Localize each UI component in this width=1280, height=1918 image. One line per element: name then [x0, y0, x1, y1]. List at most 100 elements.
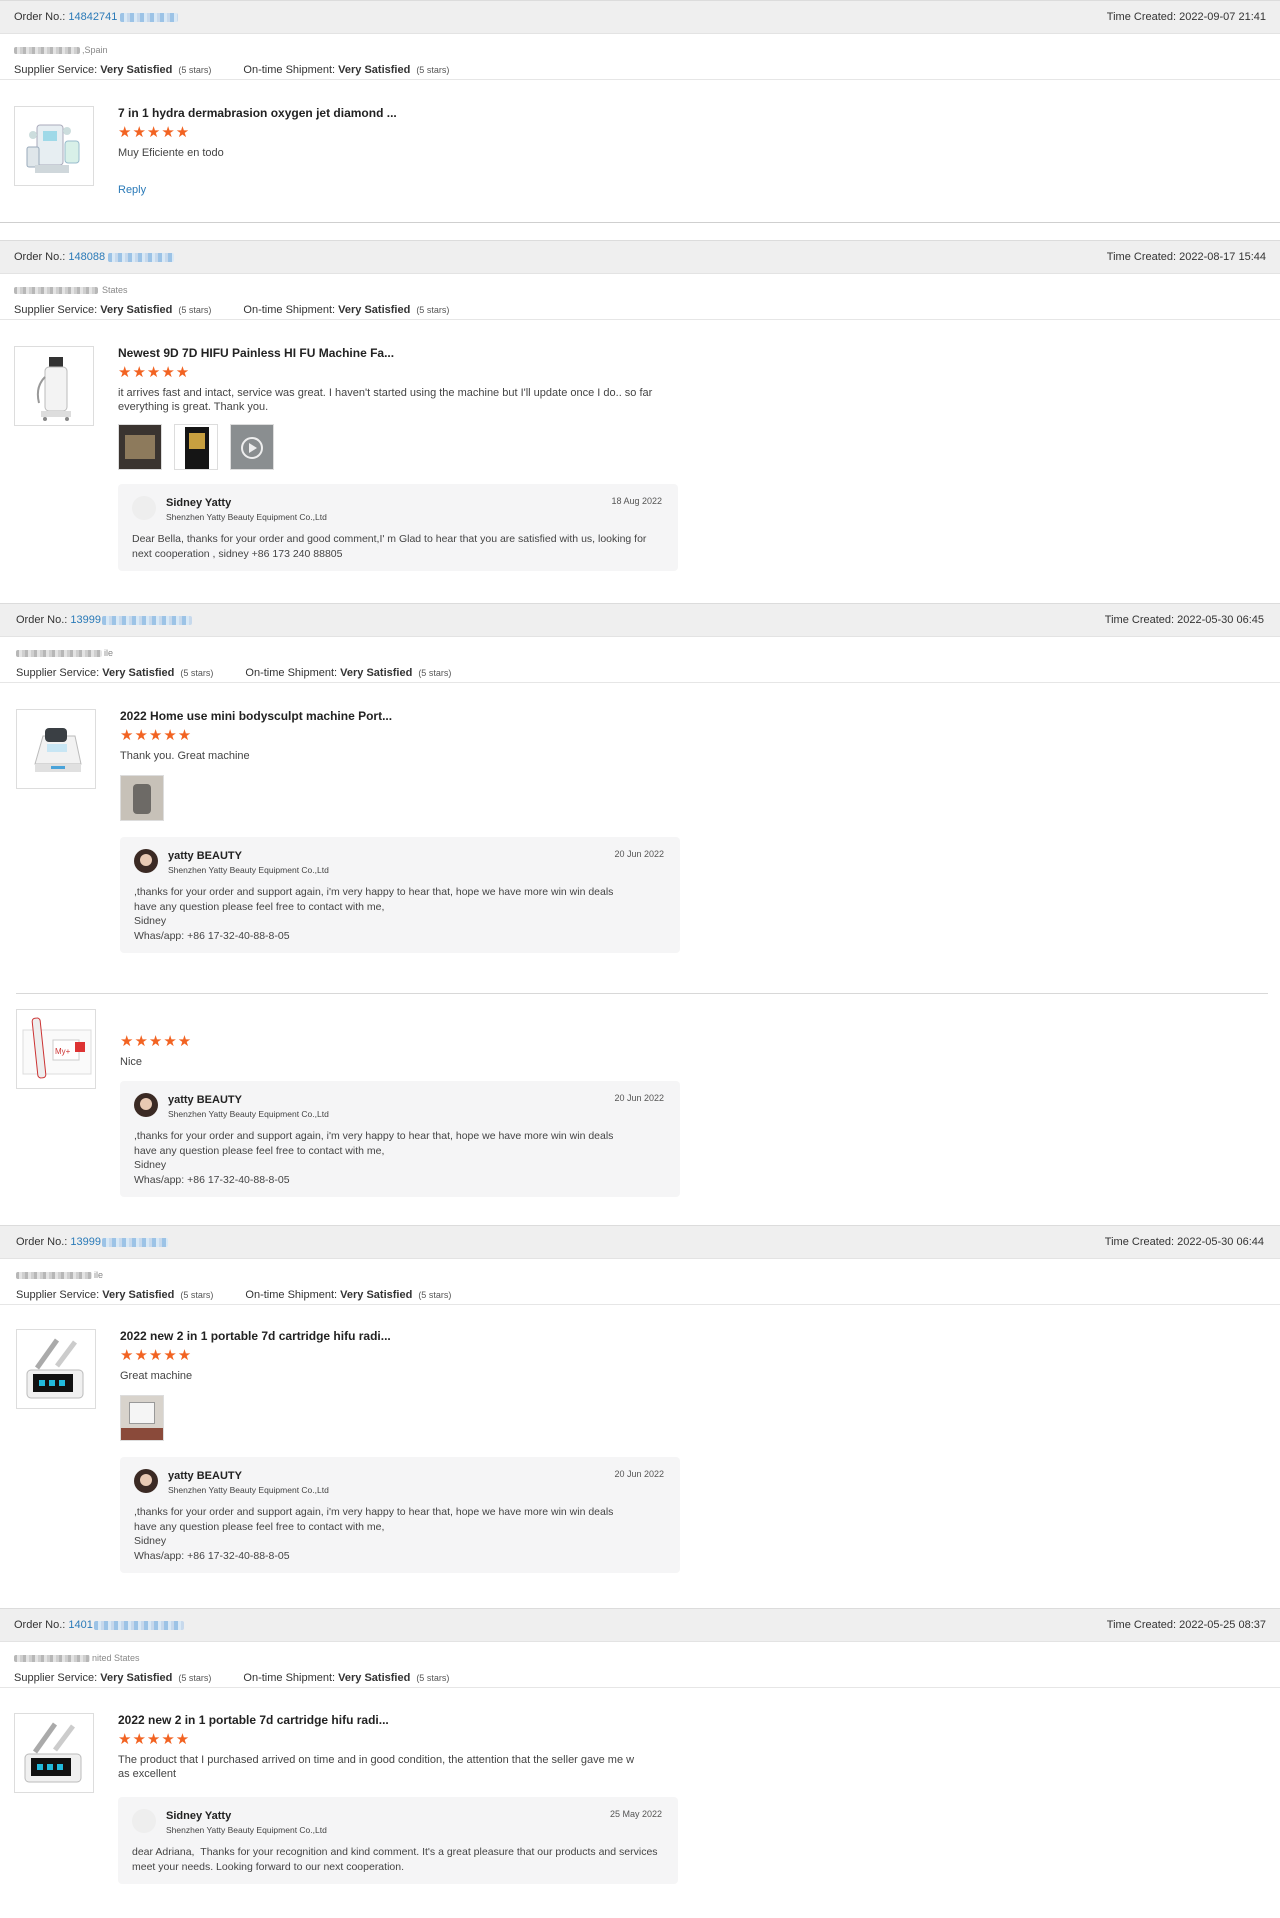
ontime-shipment-label: On-time Shipment:	[245, 1288, 338, 1301]
time-created-value: 2022-05-30 06:45	[1177, 614, 1264, 626]
buyer-location: States	[102, 285, 128, 295]
review-stars: ★★★★★	[118, 124, 191, 141]
product-title[interactable]: 2022 Home use mini bodysculpt machine Po…	[120, 709, 680, 725]
supplier-service-label: Supplier Service:	[14, 63, 98, 76]
review-photos	[120, 775, 680, 821]
product-thumbnail[interactable]	[14, 106, 94, 186]
buyer-info: States	[0, 282, 128, 298]
supplier-service-value: Very Satisfied	[102, 666, 175, 679]
time-created-value: 2022-08-17 15:44	[1179, 251, 1266, 263]
time-created: Time Created: 2022-05-30 06:45	[1105, 614, 1264, 626]
order-no-value[interactable]: 14842741	[68, 11, 117, 23]
order-block: Order No.: 13999 Time Created: 2022-05-3…	[0, 603, 1280, 637]
reply-text: ,thanks for your order and support again…	[134, 1506, 614, 1562]
ontime-shipment-stars: (5 stars)	[416, 64, 450, 75]
avatar	[132, 1809, 156, 1833]
supplier-service-stars: (5 stars)	[180, 1289, 214, 1300]
review-video[interactable]	[230, 424, 274, 470]
hydra-machine-image	[26, 124, 80, 173]
ontime-shipment-value: Very Satisfied	[338, 63, 411, 76]
redacted-buyer-name	[16, 1271, 92, 1279]
order-header: Order No.: 148088 Time Created: 2022-08-…	[0, 240, 1280, 274]
ontime-shipment-label: On-time Shipment:	[243, 63, 336, 76]
order-no-value[interactable]: 13999	[70, 1236, 101, 1248]
supplier-service-value: Very Satisfied	[102, 1288, 175, 1301]
order-no-value[interactable]: 148088	[68, 251, 105, 263]
reply-company: Shenzhen Yatty Beauty Equipment Co.,Ltd	[166, 1825, 327, 1835]
review-photo[interactable]	[120, 775, 164, 821]
ontime-shipment-stars: (5 stars)	[418, 667, 452, 678]
order-no-value[interactable]: 1401	[68, 1619, 92, 1631]
redacted-buyer-name	[14, 1654, 90, 1662]
time-created: Time Created: 2022-05-30 06:44	[1105, 1236, 1264, 1248]
order-divider	[0, 222, 1280, 223]
ontime-shipment-value: Very Satisfied	[340, 1288, 413, 1301]
reply-author: yatty BEAUTY	[168, 1470, 242, 1482]
ontime-shipment-value: Very Satisfied	[340, 666, 413, 679]
ontime-shipment-label: On-time Shipment:	[245, 666, 338, 679]
supplier-service-value: Very Satisfied	[100, 1671, 173, 1684]
product-title[interactable]: Newest 9D 7D HIFU Painless HI FU Machine…	[118, 346, 678, 362]
ontime-shipment-stars: (5 stars)	[416, 1672, 450, 1683]
product-thumbnail[interactable]	[14, 1713, 94, 1793]
supplier-service-stars: (5 stars)	[178, 304, 212, 315]
reply-text: Dear Bella, thanks for your order and go…	[132, 533, 647, 560]
product-title[interactable]: 2022 new 2 in 1 portable 7d cartridge hi…	[118, 1713, 678, 1729]
supplier-service-value: Very Satisfied	[100, 303, 173, 316]
supplier-service-label: Supplier Service:	[16, 666, 100, 679]
review-comment: Nice	[120, 1056, 143, 1068]
order-no-label: Order No.:	[14, 1619, 66, 1631]
supplier-service-label: Supplier Service:	[14, 1671, 98, 1684]
review-stars: ★★★★★	[118, 1731, 191, 1748]
order-number: Order No.: 14842741	[14, 11, 179, 23]
review-stars: ★★★★★	[118, 364, 191, 381]
time-created-value: 2022-05-25 08:37	[1179, 1619, 1266, 1631]
reply-author: Sidney Yatty	[166, 497, 232, 509]
supplier-service-stars: (5 stars)	[180, 667, 214, 678]
order-number: Order No.: 13999	[16, 614, 193, 626]
portable-hifu-image	[24, 1722, 82, 1783]
reply-link[interactable]: Reply	[118, 184, 678, 196]
review-photo[interactable]	[120, 1395, 164, 1441]
order-number: Order No.: 13999	[16, 1236, 169, 1248]
seller-ratings: Supplier Service: Very Satisfied (5 stars…	[0, 1668, 1280, 1688]
reply-text: ,thanks for your order and support again…	[134, 1130, 614, 1186]
order-block: Order No.: 13999 Time Created: 2022-05-3…	[0, 1225, 1280, 1259]
seller-ratings: Supplier Service: Very Satisfied (5 stars…	[0, 1285, 1280, 1305]
supplier-service-stars: (5 stars)	[178, 64, 212, 75]
product-thumbnail[interactable]: My+	[16, 1009, 96, 1089]
product-thumbnail[interactable]	[16, 709, 96, 789]
redacted-order-digits	[102, 615, 193, 625]
time-created-value: 2022-05-30 06:44	[1177, 1236, 1264, 1248]
ontime-shipment-stars: (5 stars)	[418, 1289, 452, 1300]
reply-company: Shenzhen Yatty Beauty Equipment Co.,Ltd	[168, 1109, 329, 1119]
product-title[interactable]: 7 in 1 hydra dermabrasion oxygen jet dia…	[118, 106, 678, 122]
order-no-label: Order No.:	[16, 614, 68, 626]
review-stars: ★★★★★	[120, 1347, 193, 1364]
reply-date: 20 Jun 2022	[614, 849, 664, 859]
avatar	[134, 849, 158, 873]
review-photos	[120, 1395, 680, 1441]
review-photo[interactable]	[174, 424, 218, 470]
reply-company: Shenzhen Yatty Beauty Equipment Co.,Ltd	[166, 512, 327, 522]
buyer-location: nited States	[92, 1653, 140, 1663]
review-photo[interactable]	[118, 424, 162, 470]
seller-reply: yatty BEAUTY Shenzhen Yatty Beauty Equip…	[120, 1081, 680, 1197]
reply-company: Shenzhen Yatty Beauty Equipment Co.,Ltd	[168, 1485, 329, 1495]
product-title[interactable]: 2022 new 2 in 1 portable 7d cartridge hi…	[120, 1329, 680, 1345]
redacted-order-digits	[93, 1620, 184, 1630]
product-thumbnail[interactable]	[16, 1329, 96, 1409]
product-thumbnail[interactable]	[14, 346, 94, 426]
redacted-buyer-name	[16, 649, 102, 657]
ontime-shipment-label: On-time Shipment:	[243, 1671, 336, 1684]
order-number: Order No.: 1401	[14, 1619, 184, 1631]
redacted-order-digits	[102, 1237, 169, 1247]
order-no-value[interactable]: 13999	[70, 614, 101, 626]
time-created-label: Time Created:	[1104, 614, 1175, 626]
bodysculpt-machine-image	[34, 728, 82, 772]
order-block: Order No.: 148088 Time Created: 2022-08-…	[0, 240, 1280, 274]
avatar	[132, 496, 156, 520]
derma-pen-image: My+	[22, 1017, 92, 1079]
supplier-service-value: Very Satisfied	[100, 63, 173, 76]
hifu-machine-image	[36, 357, 71, 421]
